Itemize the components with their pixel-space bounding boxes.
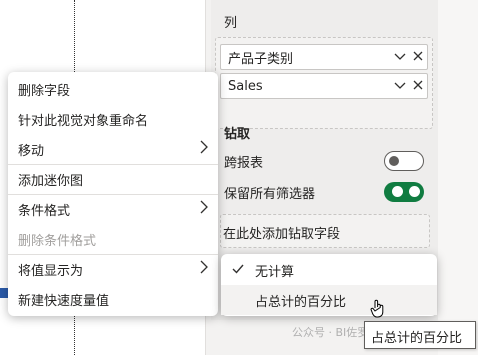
chevron-right-icon [200, 140, 208, 158]
chevron-down-icon[interactable] [391, 79, 409, 94]
cross-report-row: 跨报表 [224, 150, 424, 172]
field-label: Sales [228, 78, 263, 94]
menu-item-label: 条件格式 [18, 203, 71, 219]
checkmark-icon [221, 262, 255, 278]
menu-item-rename[interactable]: 针对此视觉对象重命名 [8, 104, 218, 134]
keep-filters-label: 保留所有筛选器 [224, 186, 316, 202]
menu-item-add-sparkline[interactable]: 添加迷你图 [8, 164, 218, 194]
menu-item-remove-conditional-format: 删除条件格式 [8, 224, 218, 254]
menu-item-label: 新建快速度量值 [18, 293, 110, 309]
visual-border [74, 316, 75, 355]
close-icon[interactable] [409, 79, 427, 94]
visual-border [74, 0, 75, 72]
show-value-as-submenu: 无计算 占总计的百分比 [221, 254, 437, 316]
menu-item-label: 移动 [18, 143, 45, 159]
columns-well[interactable]: 产品子类别 Sales [215, 37, 433, 129]
field-pill-sales[interactable]: Sales [220, 73, 428, 99]
pane-scroll-area [438, 0, 478, 355]
menu-item-remove-field[interactable]: 删除字段 [8, 74, 218, 104]
submenu-item-label: 无计算 [255, 264, 295, 280]
menu-item-label: 将值显示为 [18, 263, 84, 279]
submenu-item-label: 占总计的百分比 [255, 294, 347, 310]
columns-label: 列 [224, 16, 238, 31]
drillthrough-label: 钻取 [224, 127, 251, 142]
close-icon[interactable] [409, 50, 427, 65]
tooltip: 占总计的百分比 [364, 321, 476, 349]
drillthrough-well[interactable]: 在此处添加钻取字段 [220, 214, 430, 248]
field-label: 产品子类别 [228, 51, 294, 67]
field-pill-subcategory[interactable]: 产品子类别 [220, 44, 428, 70]
menu-item-label: 删除条件格式 [18, 233, 97, 249]
submenu-item-no-calculation[interactable]: 无计算 [221, 255, 437, 285]
menu-item-move[interactable]: 移动 [8, 134, 218, 164]
menu-item-new-quick-measure[interactable]: 新建快速度量值 [8, 284, 218, 314]
menu-item-label: 针对此视觉对象重命名 [18, 113, 149, 129]
chevron-right-icon [200, 260, 208, 278]
cross-report-label: 跨报表 [224, 155, 264, 171]
keep-filters-row: 保留所有筛选器 [224, 181, 424, 203]
menu-item-label: 删除字段 [18, 83, 71, 99]
menu-item-label: 添加迷你图 [18, 173, 84, 189]
menu-item-show-value-as[interactable]: 将值显示为 [8, 254, 218, 284]
field-context-menu: 删除字段 针对此视觉对象重命名 移动 添加迷你图 条件格式 删除条件格式 将值显… [8, 72, 218, 316]
keep-filters-toggle[interactable] [384, 182, 424, 202]
chevron-down-icon[interactable] [391, 50, 409, 65]
submenu-item-percent-of-total[interactable]: 占总计的百分比 [221, 285, 437, 315]
chevron-right-icon [200, 200, 208, 218]
menu-item-conditional-format[interactable]: 条件格式 [8, 194, 218, 224]
cross-report-toggle[interactable] [384, 151, 424, 171]
